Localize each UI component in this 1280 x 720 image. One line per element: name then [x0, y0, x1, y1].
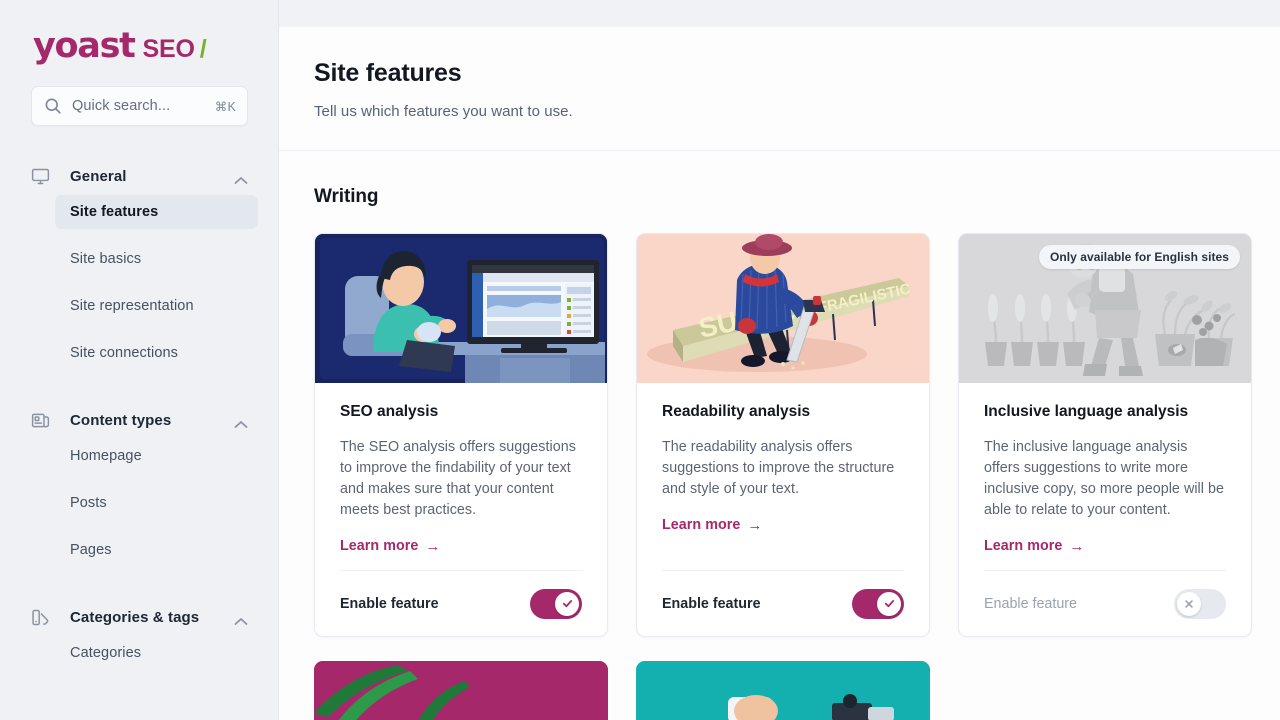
nav-group-content-types: Content types Homepage Posts Pages [0, 401, 279, 567]
enable-feature-toggle[interactable] [1174, 588, 1226, 619]
brand-logo[interactable]: yoast SEO / [0, 0, 279, 86]
feature-cards: SEO analysis The SEO analysis offers sug… [314, 233, 1252, 637]
enable-feature-label: Enable feature [340, 595, 439, 612]
arrow-right-icon: → [425, 537, 441, 555]
monitor-icon [30, 165, 52, 187]
nav-group-header-general[interactable]: General [0, 157, 279, 195]
learn-more-link[interactable]: Learn more → [662, 517, 904, 533]
learn-more-link[interactable]: Learn more → [984, 538, 1226, 554]
app-root: yoast SEO / Quick search... ⌘K General S… [0, 0, 1280, 720]
search-shortcut: ⌘K [214, 99, 236, 114]
card-title: Readability analysis [662, 403, 811, 420]
sidebar-item-homepage[interactable]: Homepage [55, 439, 258, 473]
nav-group-header-categories-tags[interactable]: Categories & tags [0, 598, 279, 636]
chevron-up-icon [234, 416, 248, 428]
brand-product: SEO [142, 35, 195, 63]
card-description: The readability analysis offers suggesti… [662, 439, 895, 497]
toggle-knob [1177, 591, 1201, 616]
feature-card-stub-1[interactable] [314, 661, 608, 720]
feature-card-readability-analysis: SUPER CALIFRAGILISTIC [636, 233, 930, 637]
card-description: The inclusive language analysis offers s… [984, 439, 1225, 518]
toggle-knob [877, 591, 901, 616]
toggle-knob [555, 591, 579, 616]
top-strip [279, 0, 1280, 27]
feature-card-stub-2[interactable] [636, 661, 930, 720]
card-footer: Enable feature [662, 570, 904, 636]
feature-card-inclusive-language-analysis: Only available for English sites Inclusi… [958, 233, 1252, 637]
sidebar-item-label: Site representation [70, 298, 194, 314]
search-input[interactable]: Quick search... ⌘K [31, 86, 248, 126]
inclusive-language-illustration: Only available for English sites [959, 234, 1251, 383]
sidebar-nav: General Site features Site basics Site r… [0, 157, 279, 670]
sidebar-item-label: Pages [70, 542, 112, 558]
nav-divider-space-2 [0, 571, 279, 598]
page-subtitle: Tell us which features you want to use. [314, 103, 573, 120]
enable-feature-toggle[interactable] [530, 588, 582, 619]
card-title: Inclusive language analysis [984, 403, 1189, 420]
card-footer: Enable feature [340, 570, 582, 636]
sidebar: yoast SEO / Quick search... ⌘K General S… [0, 0, 279, 720]
arrow-right-icon: → [1069, 537, 1085, 555]
tag-swatch-icon [30, 606, 52, 628]
card-spacer [662, 533, 904, 570]
brand-name: yoast [33, 26, 136, 66]
sidebar-item-label: Site features [70, 204, 159, 220]
learn-more-label: Learn more [662, 517, 741, 533]
seo-analysis-illustration [315, 234, 607, 383]
card-footer: Enable feature [984, 570, 1226, 636]
nav-group-label: Content types [70, 411, 172, 429]
nav-group-label: Categories & tags [70, 608, 200, 626]
sidebar-item-posts[interactable]: Posts [55, 486, 258, 520]
nav-divider-space [0, 374, 279, 401]
brand-slash: / [199, 35, 207, 63]
card-body: Inclusive language analysis The inclusiv… [959, 383, 1251, 570]
readability-analysis-illustration: SUPER CALIFRAGILISTIC [637, 234, 929, 383]
chevron-up-icon [234, 172, 248, 184]
sidebar-item-label: Categories [70, 645, 142, 661]
articles-icon [30, 409, 52, 431]
writing-section: Writing SEO analysis The SEO analysis of… [279, 151, 1280, 720]
sidebar-item-label: Site basics [70, 251, 142, 267]
feature-card-seo-analysis: SEO analysis The SEO analysis offers sug… [314, 233, 608, 637]
sidebar-item-site-basics[interactable]: Site basics [55, 242, 258, 276]
sidebar-item-pages[interactable]: Pages [55, 533, 258, 567]
sidebar-item-site-representation[interactable]: Site representation [55, 289, 258, 323]
section-title: Writing [314, 186, 379, 207]
sidebar-item-label: Posts [70, 495, 107, 511]
sidebar-item-label: Homepage [70, 448, 142, 464]
nav-group-header-content-types[interactable]: Content types [0, 401, 279, 439]
card-description: The SEO analysis offers suggestions to i… [340, 439, 576, 518]
enable-feature-label: Enable feature [662, 595, 761, 612]
enable-feature-label: Enable feature [984, 595, 1077, 612]
feature-cards-row-2 [314, 661, 1245, 720]
card-body: Readability analysis The readability ana… [637, 383, 929, 570]
search-icon [44, 97, 62, 115]
enable-feature-toggle[interactable] [852, 588, 904, 619]
nav-group-label: General [70, 167, 127, 185]
learn-more-label: Learn more [340, 538, 419, 554]
sidebar-item-site-features[interactable]: Site features [55, 195, 258, 229]
content-panel: Site features Tell us which features you… [279, 27, 1280, 720]
sidebar-item-label: Site connections [70, 345, 178, 361]
sidebar-item-categories[interactable]: Categories [55, 636, 258, 670]
learn-more-label: Learn more [984, 538, 1063, 554]
page-title: Site features [314, 59, 462, 87]
main-content: Site features Tell us which features you… [279, 0, 1280, 720]
arrow-right-icon: → [747, 516, 763, 534]
card-spacer [340, 554, 582, 570]
status-badge: Only available for English sites [1039, 245, 1240, 269]
nav-group-general: General Site features Site basics Site r… [0, 157, 279, 370]
nav-group-categories-tags: Categories & tags Categories [0, 598, 279, 670]
card-title: SEO analysis [340, 403, 439, 420]
card-body: SEO analysis The SEO analysis offers sug… [315, 383, 607, 570]
learn-more-link[interactable]: Learn more → [340, 538, 582, 554]
page-header: Site features Tell us which features you… [279, 27, 1280, 150]
card-spacer [984, 554, 1226, 570]
search-placeholder: Quick search... [72, 98, 171, 114]
sidebar-item-site-connections[interactable]: Site connections [55, 336, 258, 370]
chevron-up-icon [234, 613, 248, 625]
